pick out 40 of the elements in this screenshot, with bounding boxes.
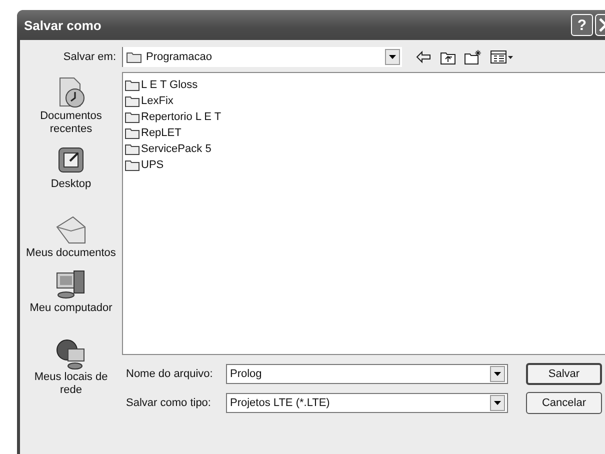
view-menu-icon[interactable] — [490, 50, 514, 64]
save-button[interactable]: Salvar — [526, 363, 602, 385]
file-type-label: Salvar como tipo: — [125, 397, 212, 409]
folder-icon — [125, 143, 140, 155]
places-item[interactable]: Meu computador — [21, 268, 121, 315]
folder-icon — [125, 111, 140, 123]
help-button[interactable]: ? — [571, 14, 593, 36]
places-label: Desktop — [50, 178, 92, 191]
folder-item[interactable]: RepLET — [125, 125, 605, 141]
up-folder-icon[interactable] — [440, 50, 456, 64]
file-type-value: Projetos LTE (*.LTE) — [230, 397, 331, 409]
folder-icon — [126, 51, 142, 63]
folder-icon — [125, 95, 140, 107]
file-name-value: Prolog — [230, 368, 263, 380]
places-label: Meu computador — [30, 302, 112, 315]
folder-item[interactable]: LexFix — [125, 93, 605, 109]
file-type-dropdown[interactable]: Projetos LTE (*.LTE) — [226, 393, 508, 413]
folder-item[interactable]: Repertorio L E T — [125, 109, 605, 125]
folder-item[interactable]: UPS — [125, 157, 605, 173]
window-title: Salvar como — [23, 18, 102, 32]
places-item[interactable]: Documentos recentes — [21, 76, 121, 136]
places-label: Meus documentos — [26, 247, 116, 260]
folder-icon — [125, 127, 140, 139]
new-folder-icon[interactable] — [464, 49, 482, 65]
places-label: Meus locais de rede — [33, 371, 109, 397]
places-item[interactable]: Desktop — [21, 144, 121, 191]
folder-icon — [125, 79, 140, 91]
file-name-label: Nome do arquivo: — [125, 368, 214, 380]
folder-item[interactable]: ServicePack 5 — [125, 141, 605, 157]
save-in-dropdown[interactable]: Programacao — [122, 47, 402, 67]
places-item[interactable]: Meus locais de rede — [21, 337, 121, 397]
places-item[interactable]: Meus documentos — [21, 213, 121, 260]
folder-item[interactable]: L E T Gloss — [125, 77, 605, 93]
save-in-value: Programacao — [146, 51, 214, 63]
save-in-label: Salvar em: — [62, 51, 117, 63]
places-label: Documentos recentes — [39, 110, 103, 136]
cancel-button[interactable]: Cancelar — [526, 392, 602, 414]
back-arrow-icon[interactable] — [416, 50, 432, 64]
folder-icon — [125, 159, 140, 171]
file-name-field[interactable]: Prolog — [226, 364, 508, 384]
